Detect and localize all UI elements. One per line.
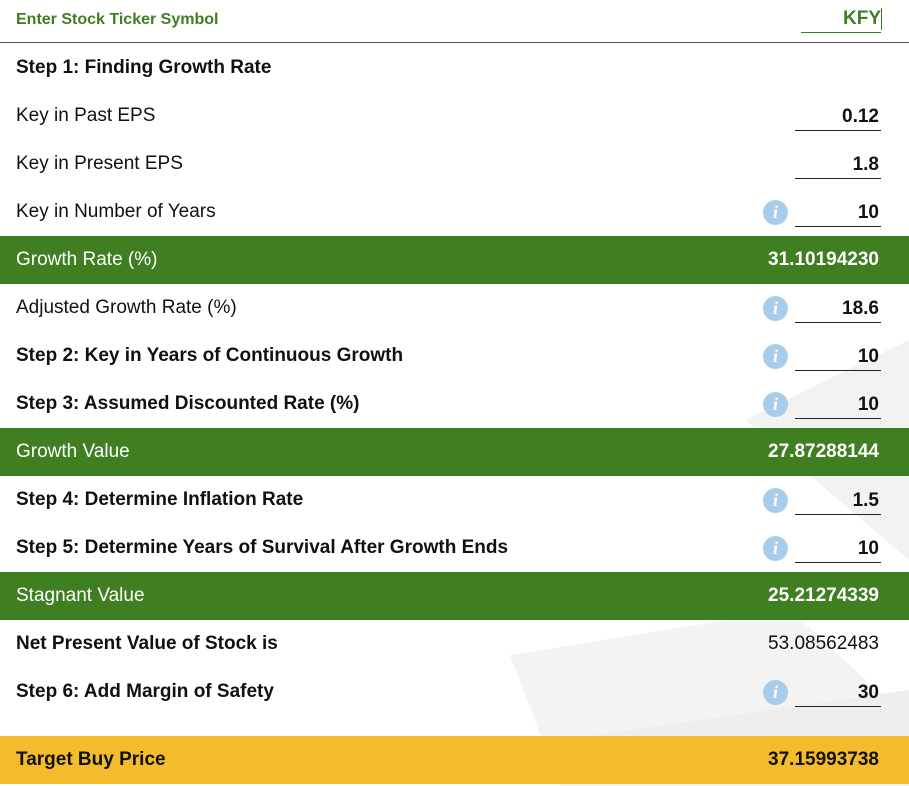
present-eps-label: Key in Present EPS	[16, 153, 183, 174]
adjusted-growth-row: Adjusted Growth Rate (%) i	[0, 284, 909, 332]
growth-rate-band: Growth Rate (%) 31.10194230	[0, 236, 909, 284]
stagnant-value-label: Stagnant Value	[16, 585, 145, 606]
discount-rate-input[interactable]	[795, 391, 881, 419]
present-eps-input[interactable]	[795, 151, 881, 179]
step4-row: Step 4: Determine Inflation Rate i	[0, 476, 909, 524]
info-icon[interactable]: i	[763, 392, 788, 417]
growth-value-band: Growth Value 27.87288144	[0, 428, 909, 476]
npv-value: 53.08562483	[768, 633, 879, 654]
past-eps-row: Key in Past EPS	[0, 92, 909, 140]
adjusted-growth-label: Adjusted Growth Rate (%)	[16, 297, 237, 318]
step3-row: Step 3: Assumed Discounted Rate (%) i	[0, 380, 909, 428]
info-icon[interactable]: i	[763, 200, 788, 225]
npv-label: Net Present Value of Stock is	[16, 633, 278, 654]
num-years-row: Key in Number of Years i	[0, 188, 909, 236]
ticker-row: Enter Stock Ticker Symbol	[0, 0, 909, 43]
inflation-rate-input[interactable]	[795, 487, 881, 515]
continuous-growth-years-input[interactable]	[795, 343, 881, 371]
num-years-label: Key in Number of Years	[16, 201, 216, 222]
past-eps-input[interactable]	[795, 103, 881, 131]
growth-rate-label: Growth Rate (%)	[16, 249, 158, 270]
info-icon[interactable]: i	[763, 536, 788, 561]
info-icon[interactable]: i	[763, 488, 788, 513]
text-cursor	[881, 8, 882, 30]
growth-value-value: 27.87288144	[768, 441, 879, 462]
adjusted-growth-input[interactable]	[795, 295, 881, 323]
info-icon[interactable]: i	[763, 344, 788, 369]
present-eps-row: Key in Present EPS	[0, 140, 909, 188]
step4-label: Step 4: Determine Inflation Rate	[16, 489, 304, 510]
num-years-input[interactable]	[795, 199, 881, 227]
ticker-label: Enter Stock Ticker Symbol	[16, 11, 219, 28]
stagnant-value-band: Stagnant Value 25.21274339	[0, 572, 909, 620]
ticker-input[interactable]	[801, 6, 881, 33]
step5-row: Step 5: Determine Years of Survival Afte…	[0, 524, 909, 572]
step6-label: Step 6: Add Margin of Safety	[16, 681, 274, 702]
step1-row: Step 1: Finding Growth Rate	[0, 44, 909, 92]
step1-title: Step 1: Finding Growth Rate	[16, 57, 272, 78]
target-price-band: Target Buy Price 37.15993738	[0, 736, 909, 784]
step2-row: Step 2: Key in Years of Continuous Growt…	[0, 332, 909, 380]
target-price-value: 37.15993738	[768, 749, 879, 770]
info-icon[interactable]: i	[763, 296, 788, 321]
step2-label: Step 2: Key in Years of Continuous Growt…	[16, 345, 404, 366]
step3-label: Step 3: Assumed Discounted Rate (%)	[16, 393, 360, 414]
step5-label: Step 5: Determine Years of Survival Afte…	[16, 537, 509, 558]
info-icon[interactable]: i	[763, 680, 788, 705]
growth-rate-value: 31.10194230	[768, 249, 879, 270]
survival-years-input[interactable]	[795, 535, 881, 563]
growth-value-label: Growth Value	[16, 441, 130, 462]
stagnant-value-value: 25.21274339	[768, 585, 879, 606]
step6-row: Step 6: Add Margin of Safety i	[0, 668, 909, 716]
npv-row: Net Present Value of Stock is 53.0856248…	[0, 620, 909, 668]
target-price-label: Target Buy Price	[16, 749, 166, 770]
past-eps-label: Key in Past EPS	[16, 105, 156, 126]
margin-of-safety-input[interactable]	[795, 679, 881, 707]
